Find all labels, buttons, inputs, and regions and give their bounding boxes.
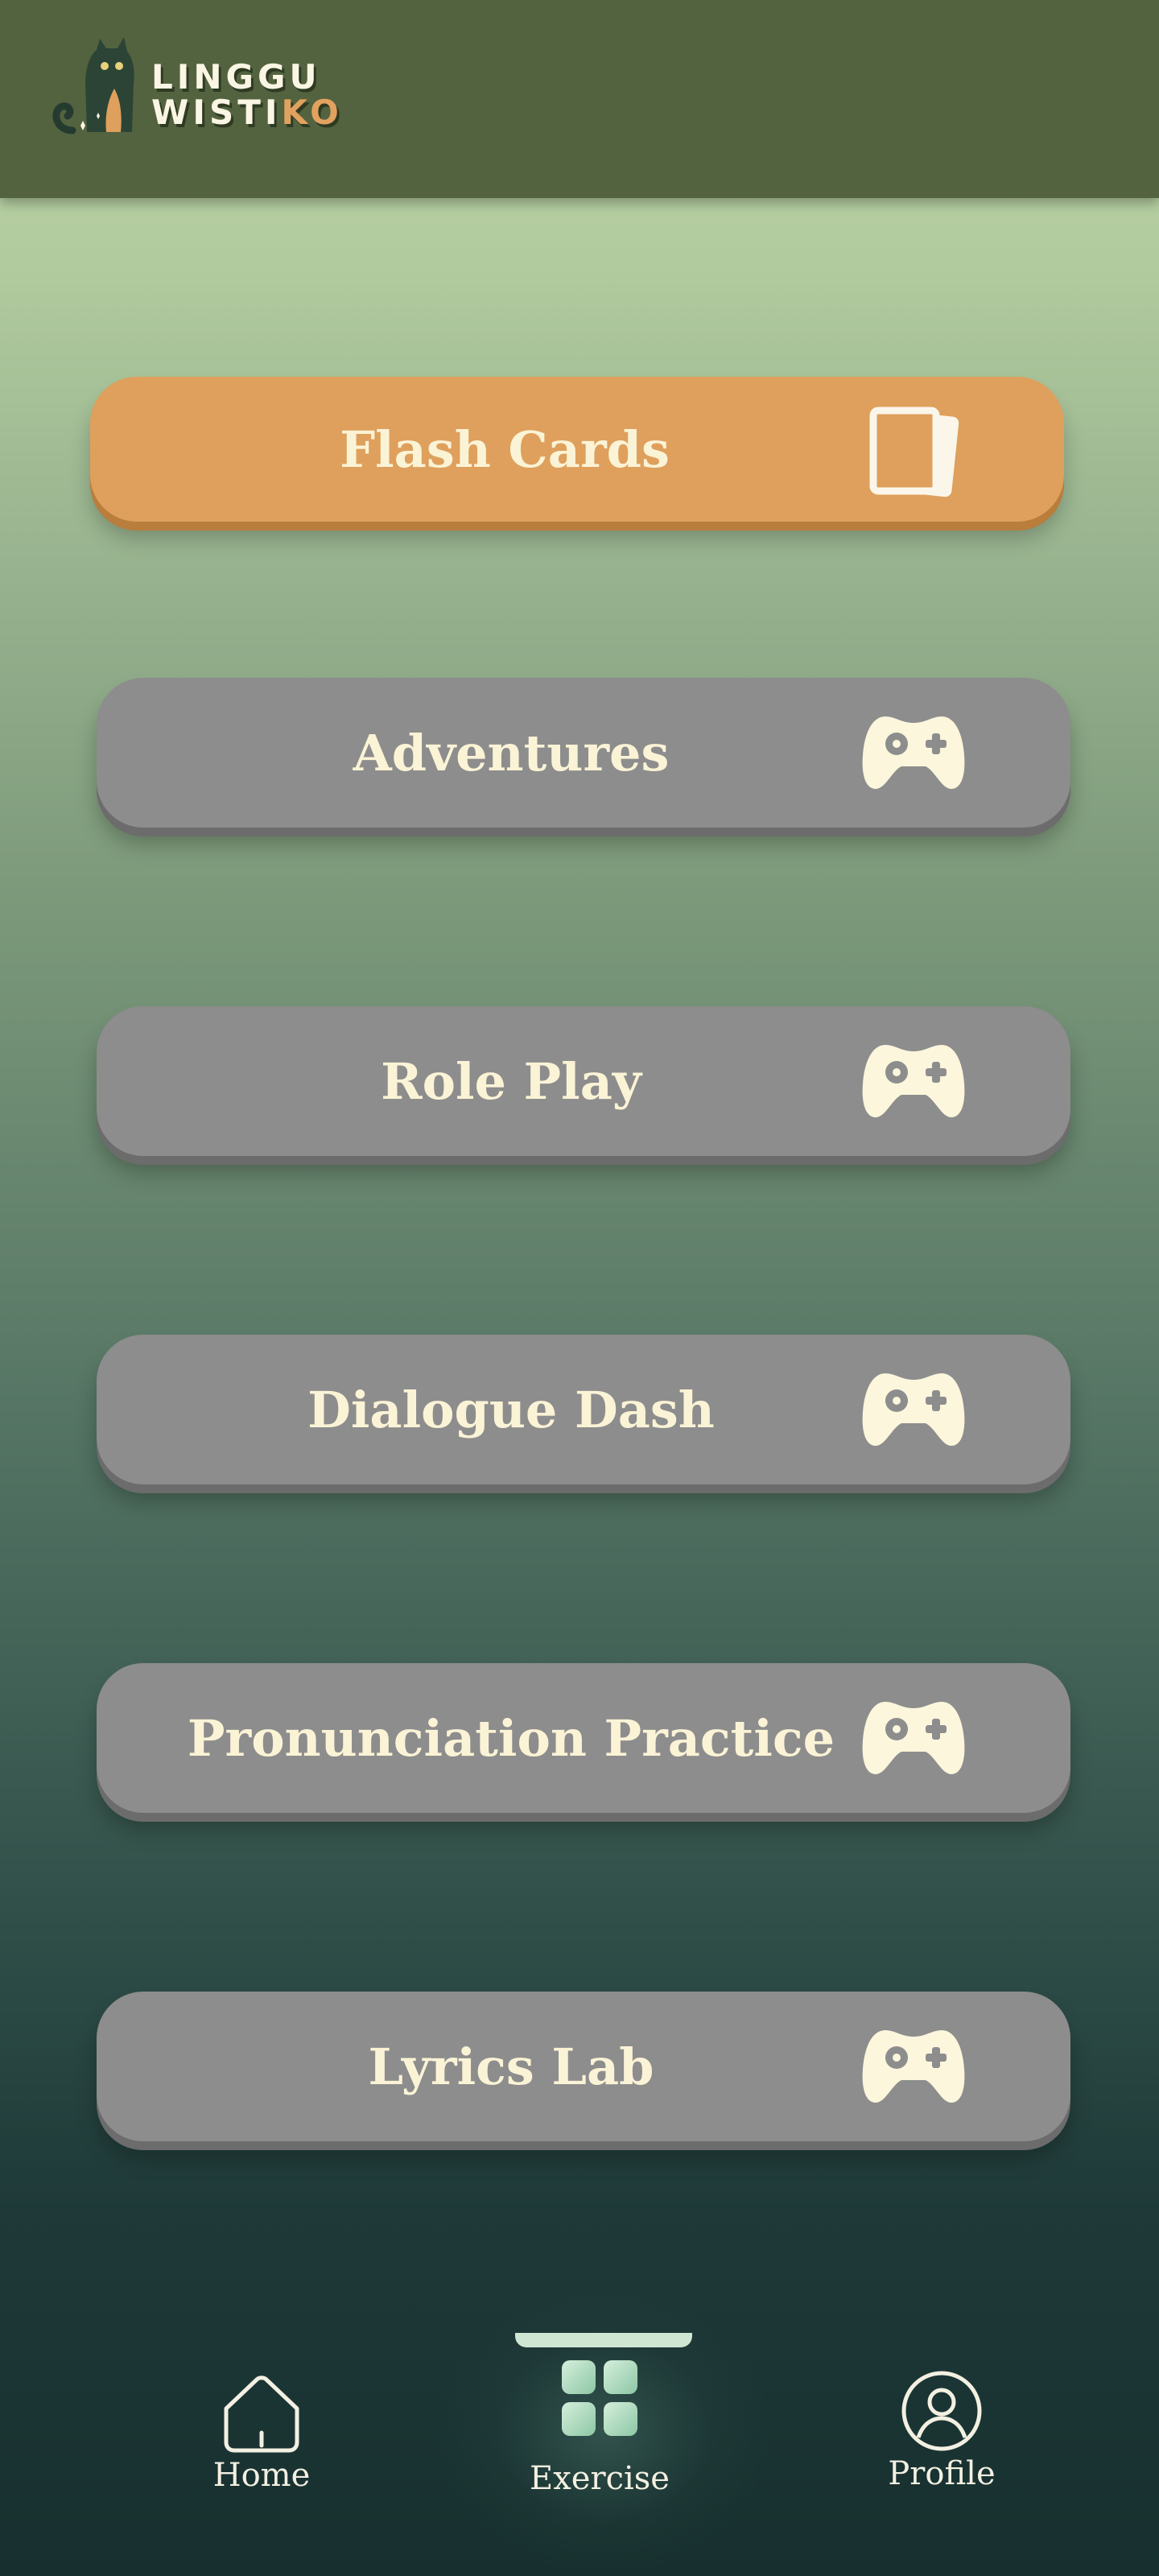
profile-icon	[901, 2371, 982, 2451]
logo-line-1: LINGGU	[151, 57, 321, 97]
nav-home[interactable]: Home	[177, 2367, 346, 2504]
nav-exercise-label: Exercise	[530, 2460, 670, 2497]
logo-wordmark: LINGGU WISTIKO	[151, 60, 343, 130]
pronunciation-practice-label: Pronunciation Practice	[187, 1708, 835, 1768]
logo-line-2-main: WISTI	[151, 93, 282, 132]
role-play-button[interactable]: Role Play	[97, 1006, 1070, 1156]
flash-cards-button[interactable]: Flash Cards	[90, 377, 1064, 522]
cards-icon	[869, 407, 959, 497]
gamepad-icon	[862, 716, 965, 789]
adventures-button[interactable]: Adventures	[97, 678, 1070, 828]
role-play-label: Role Play	[381, 1051, 641, 1111]
app-logo[interactable]: LINGGU WISTIKO	[48, 35, 339, 148]
dialogue-dash-button[interactable]: Dialogue Dash	[97, 1335, 1070, 1484]
flash-cards-label: Flash Cards	[340, 419, 670, 479]
home-icon	[224, 2376, 299, 2453]
active-tab-indicator	[515, 2333, 692, 2347]
gamepad-icon	[862, 2030, 965, 2103]
adventures-label: Adventures	[353, 723, 670, 782]
nav-profile-label: Profile	[888, 2455, 996, 2492]
logo-line-2: WISTIKO	[151, 95, 343, 130]
pronunciation-practice-button[interactable]: Pronunciation Practice	[97, 1663, 1070, 1813]
gamepad-icon	[862, 1373, 965, 1446]
nav-profile[interactable]: Profile	[857, 2367, 1026, 2504]
logo-line-2-accent: KO	[281, 93, 343, 132]
nav-home-label: Home	[212, 2457, 311, 2494]
dialogue-dash-label: Dialogue Dash	[307, 1380, 715, 1439]
cat-logo-icon	[52, 37, 134, 134]
lyrics-lab-button[interactable]: Lyrics Lab	[97, 1992, 1070, 2141]
nav-exercise[interactable]: Exercise	[515, 2359, 684, 2504]
app-header: LINGGU WISTIKO	[0, 0, 1159, 198]
grid-icon	[562, 2360, 637, 2436]
gamepad-icon	[862, 1045, 965, 1117]
gamepad-icon	[862, 1702, 965, 1774]
bottom-nav: Home Exercise Profile	[0, 2254, 1159, 2576]
lyrics-lab-label: Lyrics Lab	[368, 2037, 654, 2096]
